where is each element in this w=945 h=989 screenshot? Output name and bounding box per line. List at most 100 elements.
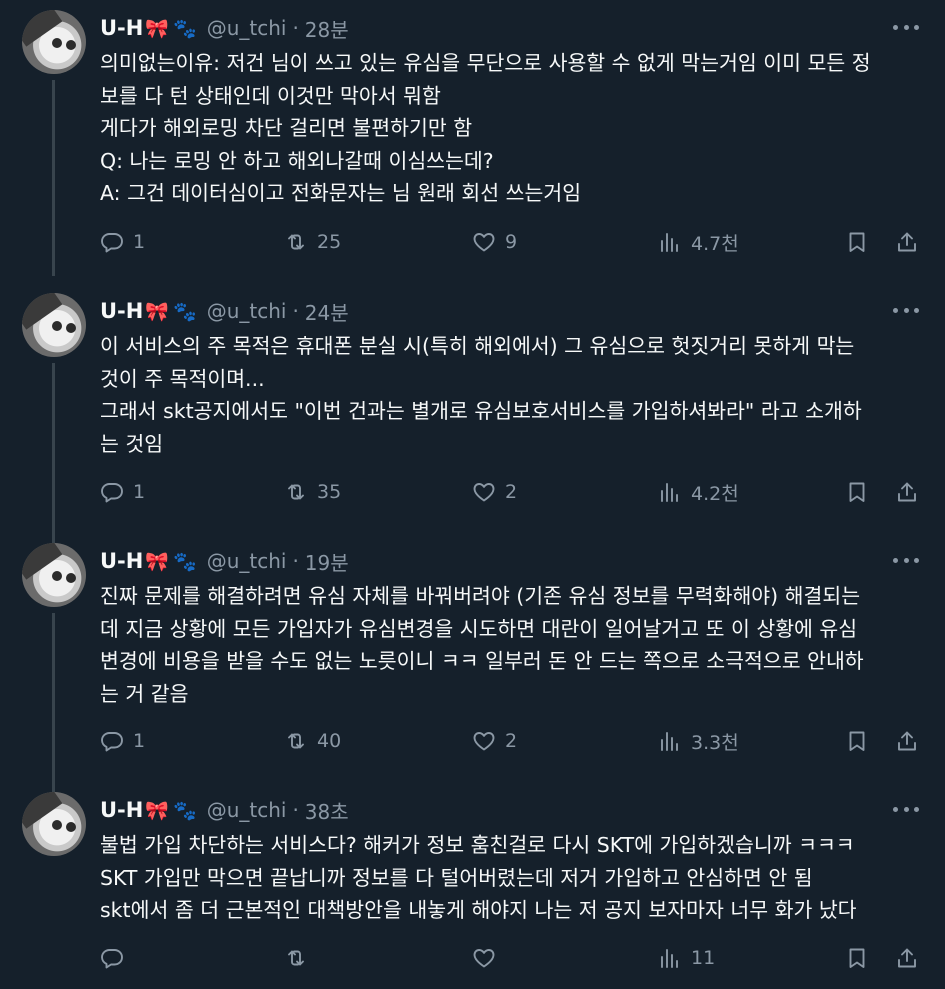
action-bar: 11 <box>100 943 920 973</box>
views-button[interactable]: 3.3천 <box>658 726 739 756</box>
share-button[interactable] <box>895 227 919 257</box>
tweet-text: 이 서비스의 주 목적은 휴대폰 분실 시(특히 해외에서) 그 유심으로 헛짓… <box>100 330 930 460</box>
avatar[interactable] <box>22 543 86 607</box>
bookmark-button[interactable] <box>845 726 869 756</box>
retweet-button[interactable]: 35 <box>284 477 341 507</box>
paw-emoji: 🐾 <box>173 799 197 822</box>
share-button[interactable] <box>895 943 919 973</box>
more-icon[interactable] <box>893 547 919 573</box>
reply-button[interactable] <box>100 943 133 973</box>
bookmark-icon <box>849 232 865 252</box>
avatar[interactable] <box>22 293 86 357</box>
timestamp[interactable]: 28분 <box>305 14 349 43</box>
reply-count: 1 <box>133 730 146 752</box>
tweet-text-line: 불법 가입 차단하는 서비스다? 해커가 정보 훔친걸로 다시 SKT에 가입하… <box>100 833 855 857</box>
timestamp[interactable]: 38초 <box>305 796 349 825</box>
tweet-header: U-H 🎀 🐾 @u_tchi · 28분 <box>100 13 349 43</box>
paw-emoji: 🐾 <box>173 17 197 40</box>
tweet-text-line: Q: 나는 로밍 안 하고 해외나갈때 이심쓰는데? <box>100 148 494 173</box>
avatar[interactable] <box>22 792 86 856</box>
user-handle[interactable]: @u_tchi <box>207 549 287 573</box>
share-icon <box>898 232 916 252</box>
display-name[interactable]: U-H <box>100 16 143 40</box>
reply-count: 1 <box>133 231 146 253</box>
bookmark-button[interactable] <box>845 943 869 973</box>
tweet-text-line: 는 것임 <box>100 431 164 456</box>
separator-dot: · <box>292 299 299 323</box>
reply-button[interactable]: 1 <box>100 726 145 756</box>
action-bar: 1 40 2 3.3천 <box>100 726 920 756</box>
display-name[interactable]: U-H <box>100 299 143 323</box>
like-button[interactable]: 9 <box>472 227 517 257</box>
tweet-text-line: 그래서 skt공지에서도 "이번 건과는 별개로 유심보호서비스를 가입하셔봐라… <box>100 399 862 423</box>
retweet-count: 40 <box>317 730 342 752</box>
tweet-text-line: A: 그건 데이터심이고 전화문자는 님 원래 회선 쓰는거임 <box>100 181 582 205</box>
tweet-text: 불법 가입 차단하는 서비스다? 해커가 정보 훔친걸로 다시 SKT에 가입하… <box>100 829 930 927</box>
tweet[interactable]: U-H 🎀 🐾 @u_tchi · 38초 불법 가입 차단하는 서비스다? 해… <box>0 782 945 989</box>
bookmark-icon <box>849 948 865 968</box>
thread-line <box>52 80 55 276</box>
bookmark-button[interactable] <box>845 227 869 257</box>
user-handle[interactable]: @u_tchi <box>207 798 287 822</box>
reply-icon <box>101 233 123 253</box>
tweet-text: 진짜 문제를 해결하려면 유심 자체를 바꿔버려야 (기존 유심 정보를 무력화… <box>100 580 930 710</box>
bar-chart-icon <box>661 949 678 968</box>
tweet[interactable]: U-H 🎀 🐾 @u_tchi · 24분 이 서비스의 주 목적은 휴대폰 분… <box>0 283 945 543</box>
paw-emoji: 🐾 <box>173 550 197 573</box>
retweet-button[interactable]: 25 <box>284 227 341 257</box>
like-button[interactable]: 2 <box>472 477 517 507</box>
bookmark-icon <box>849 731 865 751</box>
bar-chart-icon <box>661 233 678 252</box>
retweet-count: 25 <box>317 231 342 253</box>
ribbon-emoji: 🎀 <box>145 17 170 40</box>
separator-dot: · <box>292 16 299 40</box>
timestamp[interactable]: 24분 <box>305 297 349 326</box>
action-bar: 1 35 2 4.2천 <box>100 477 920 507</box>
like-count: 2 <box>505 481 518 503</box>
reply-button[interactable]: 1 <box>100 477 145 507</box>
tweet[interactable]: U-H 🎀 🐾 @u_tchi · 19분 진짜 문제를 해결하려면 유심 자체… <box>0 533 945 793</box>
retweet-icon <box>288 234 304 250</box>
retweet-button[interactable] <box>284 943 317 973</box>
tweet-header: U-H 🎀 🐾 @u_tchi · 19분 <box>100 546 349 576</box>
tweet-text-line: 진짜 문제를 해결하려면 유심 자체를 바꿔버려야 (기존 유심 정보를 무력화… <box>100 584 861 608</box>
tweet-text-line: 는 거 같음 <box>100 681 189 706</box>
bookmark-button[interactable] <box>845 477 869 507</box>
tweet-text: 의미없는이유: 저건 님이 쓰고 있는 유심을 무단으로 사용할 수 없게 막는… <box>100 47 930 210</box>
views-button[interactable]: 4.7천 <box>658 227 739 257</box>
tweet-text-line: skt에서 좀 더 근본적인 대책방안을 내놓게 해야지 나는 저 공지 보자마… <box>100 898 857 922</box>
like-button[interactable]: 2 <box>472 726 517 756</box>
ribbon-emoji: 🎀 <box>145 300 170 323</box>
share-button[interactable] <box>895 726 919 756</box>
views-button[interactable]: 11 <box>658 943 715 973</box>
tweet-header: U-H 🎀 🐾 @u_tchi · 24분 <box>100 296 349 326</box>
tweet-text-line: 변경에 비용을 받을 수도 없는 노릇이니 ㅋㅋ 일부러 돈 안 드는 쪽으로 … <box>100 649 864 673</box>
timestamp[interactable]: 19분 <box>305 547 349 576</box>
more-icon[interactable] <box>893 796 919 822</box>
like-button[interactable] <box>472 943 505 973</box>
share-button[interactable] <box>895 477 919 507</box>
share-icon <box>898 731 916 751</box>
reply-icon <box>101 949 123 969</box>
user-handle[interactable]: @u_tchi <box>207 299 287 323</box>
timeline: U-H 🎀 🐾 @u_tchi · 28분 의미없는이유: 저건 님이 쓰고 있… <box>0 0 945 989</box>
avatar[interactable] <box>22 10 86 74</box>
more-icon[interactable] <box>893 297 919 323</box>
tweet-text-line: 보를 다 턴 상태인데 이것만 막아서 뭐함 <box>100 83 441 108</box>
bookmark-icon <box>849 482 865 502</box>
display-name[interactable]: U-H <box>100 549 143 573</box>
tweet-text-line: 게다가 해외로밍 차단 걸리면 불편하기만 함 <box>100 116 473 140</box>
views-button[interactable]: 4.2천 <box>658 477 739 507</box>
retweet-icon <box>288 950 304 966</box>
thread-line <box>52 363 55 543</box>
tweet[interactable]: U-H 🎀 🐾 @u_tchi · 28분 의미없는이유: 저건 님이 쓰고 있… <box>0 0 945 276</box>
separator-dot: · <box>292 549 299 573</box>
retweet-button[interactable]: 40 <box>284 726 341 756</box>
more-icon[interactable] <box>893 14 919 40</box>
tweet-text-line: SKT 가입만 막으면 끝납니까 정보를 다 털어버렸는데 저거 가입하고 안심… <box>100 865 813 890</box>
display-name[interactable]: U-H <box>100 798 143 822</box>
view-count: 3.3천 <box>691 731 739 754</box>
user-handle[interactable]: @u_tchi <box>207 16 287 40</box>
view-count: 4.7천 <box>691 232 739 255</box>
reply-button[interactable]: 1 <box>100 227 145 257</box>
